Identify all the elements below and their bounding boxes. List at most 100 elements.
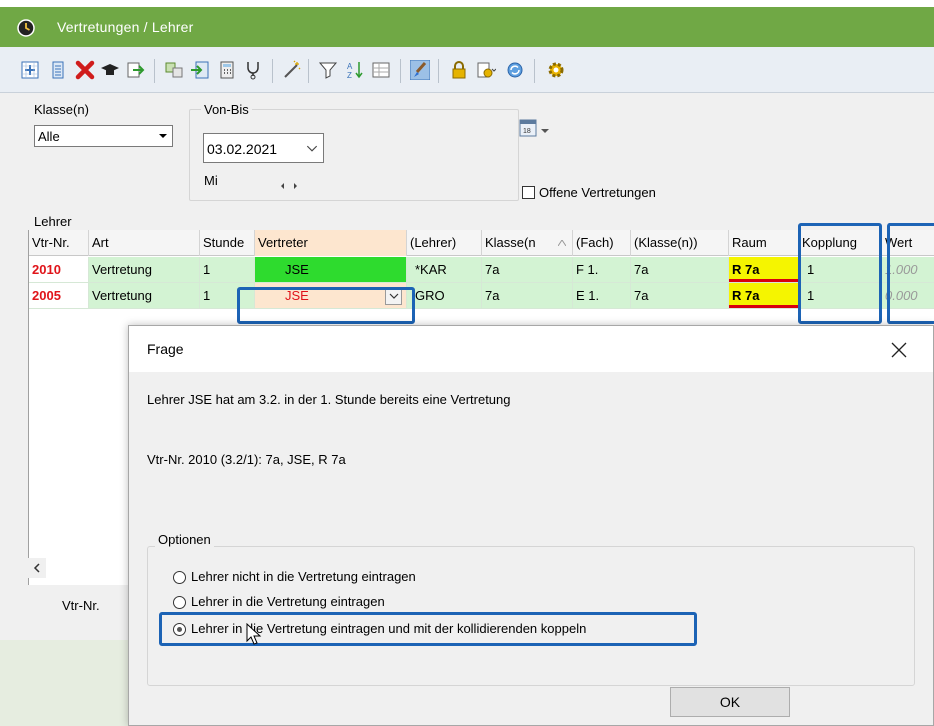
toolbar-separator: [400, 59, 401, 83]
bottom-panel: [0, 640, 128, 726]
radio-option-2[interactable]: [173, 596, 186, 609]
dialog-message-2: Vtr-Nr. 2010 (3.2/1): 7a, JSE, R 7a: [147, 452, 346, 467]
dialog-titlebar: Frage: [129, 326, 933, 372]
clock-icon: [17, 19, 35, 37]
cell-vertreter-edit[interactable]: JSE: [255, 283, 407, 309]
toolbar-separator: [272, 59, 273, 83]
option-3-row[interactable]: Lehrer in die Vertretung eintragen und m…: [157, 610, 697, 646]
offene-vertretungen-checkbox[interactable]: [522, 186, 535, 199]
date-picker[interactable]: 03.02.2021: [203, 133, 324, 163]
klasse-label: Klasse(n): [34, 102, 89, 117]
brush-icon[interactable]: [410, 60, 430, 80]
cell-vertreter[interactable]: JSE: [255, 257, 407, 283]
chevron-down-icon[interactable]: [301, 134, 323, 162]
scroll-left-button[interactable]: [28, 558, 46, 578]
header-vertreter[interactable]: Vertreter: [255, 230, 407, 256]
cell-raum-text: R 7a: [732, 288, 760, 303]
header-art[interactable]: Art: [89, 230, 200, 256]
radio-option-2-label[interactable]: Lehrer in die Vertretung eintragen: [191, 594, 385, 609]
chevron-down-icon[interactable]: [154, 126, 172, 146]
import-icon[interactable]: [190, 60, 210, 80]
svg-text:Z: Z: [347, 71, 352, 80]
header-fach[interactable]: (Fach): [573, 230, 631, 256]
room-conflict-line: [729, 305, 798, 308]
cell-vtr-nr: 2010: [29, 257, 89, 283]
klasse-value: Alle: [38, 129, 60, 144]
lock-icon[interactable]: [449, 60, 469, 80]
cell-stunde: 1: [200, 257, 255, 283]
cell-stunde: 1: [200, 283, 255, 309]
chevron-down-icon: [389, 293, 399, 299]
radio-option-3[interactable]: [173, 623, 186, 636]
table-row[interactable]: 2005 Vertretung 1 JSE GRO 7a E 1. 7a R 7…: [29, 283, 934, 309]
vertreter-dropdown-button[interactable]: [385, 287, 402, 305]
export-icon[interactable]: [125, 60, 145, 80]
cell-raum: R 7a: [729, 283, 799, 309]
cell-raum-text: R 7a: [732, 262, 760, 277]
calendar-icon[interactable]: 18: [518, 117, 538, 139]
svg-text:18: 18: [523, 128, 531, 135]
status-vtr-nr-label: Vtr-Nr.: [62, 598, 100, 613]
cell-raum: R 7a: [729, 257, 799, 283]
cell-klasse2: 7a: [631, 257, 729, 283]
gear-icon[interactable]: [546, 60, 566, 80]
header-klasse[interactable]: Klasse(n: [482, 230, 573, 256]
cell-klasse: 7a: [482, 283, 573, 309]
swap-icon[interactable]: [164, 60, 184, 80]
sort-icon[interactable]: AZ: [345, 60, 365, 80]
radio-option-1[interactable]: [173, 571, 186, 584]
header-stunde[interactable]: Stunde: [200, 230, 255, 256]
settings-dropdown-icon[interactable]: [476, 60, 496, 80]
header-wert[interactable]: Wert: [882, 230, 934, 256]
cell-vtr-nr: 2005: [29, 283, 89, 309]
mouse-cursor-icon: [246, 623, 262, 645]
list-icon[interactable]: [48, 60, 68, 80]
table-row[interactable]: 2010 Vertretung 1 JSE *KAR 7a F 1. 7a R …: [29, 257, 934, 283]
grid-icon[interactable]: [371, 60, 391, 80]
close-icon[interactable]: [887, 338, 911, 362]
header-vtr-nr[interactable]: Vtr-Nr.: [29, 230, 89, 256]
cell-fach: E 1.: [573, 283, 631, 309]
chevron-left-icon: [33, 563, 40, 573]
toolbar-separator: [534, 59, 535, 83]
cell-kopplung: 1: [799, 283, 882, 309]
dialog-message-1: Lehrer JSE hat am 3.2. in der 1. Stunde …: [147, 392, 511, 407]
lehrer-label: Lehrer: [34, 214, 72, 229]
header-kopplung[interactable]: Kopplung: [799, 230, 882, 256]
cell-lehrer: GRO: [407, 283, 482, 309]
filter-icon[interactable]: [318, 60, 338, 80]
ok-button[interactable]: OK: [670, 687, 790, 717]
refresh-icon[interactable]: [505, 60, 525, 80]
stethoscope-icon[interactable]: [243, 60, 263, 80]
cell-fach: F 1.: [573, 257, 631, 283]
header-raum[interactable]: Raum: [729, 230, 799, 256]
cell-lehrer: *KAR: [407, 257, 482, 283]
cell-art: Vertretung: [89, 257, 200, 283]
klasse-combobox[interactable]: Alle: [34, 125, 173, 147]
offene-vertretungen-label: Offene Vertretungen: [539, 185, 656, 200]
window-title: Vertretungen / Lehrer: [57, 19, 194, 35]
cell-klasse2: 7a: [631, 283, 729, 309]
header-lehrer[interactable]: (Lehrer): [407, 230, 482, 256]
toolbar-separator: [308, 59, 309, 83]
teacher-icon[interactable]: [100, 60, 120, 80]
question-dialog: Frage Lehrer JSE hat am 3.2. in der 1. S…: [128, 325, 934, 726]
chevron-down-icon[interactable]: [540, 127, 550, 135]
calculator-icon[interactable]: [217, 60, 237, 80]
grid-header: Vtr-Nr. Art Stunde Vertreter (Lehrer) Kl…: [29, 230, 934, 256]
room-conflict-line: [729, 279, 798, 282]
date-stepper-icon[interactable]: [278, 181, 302, 191]
window-titlebar: Vertretungen / Lehrer: [0, 7, 934, 47]
magic-wand-icon[interactable]: [282, 60, 302, 80]
cell-kopplung: 1: [799, 257, 882, 283]
header-klasse2[interactable]: (Klasse(n)): [631, 230, 729, 256]
cell-wert: 1.000: [882, 257, 934, 283]
expand-icon[interactable]: [20, 60, 40, 80]
toolbar: AZ: [0, 47, 934, 93]
top-strip: [0, 0, 934, 7]
options-legend: Optionen: [155, 532, 214, 547]
radio-option-1-label[interactable]: Lehrer nicht in die Vertretung eintragen: [191, 569, 416, 584]
von-bis-label: Von-Bis: [201, 102, 252, 117]
date-value: 03.02.2021: [207, 141, 278, 157]
delete-icon[interactable]: [75, 60, 95, 80]
